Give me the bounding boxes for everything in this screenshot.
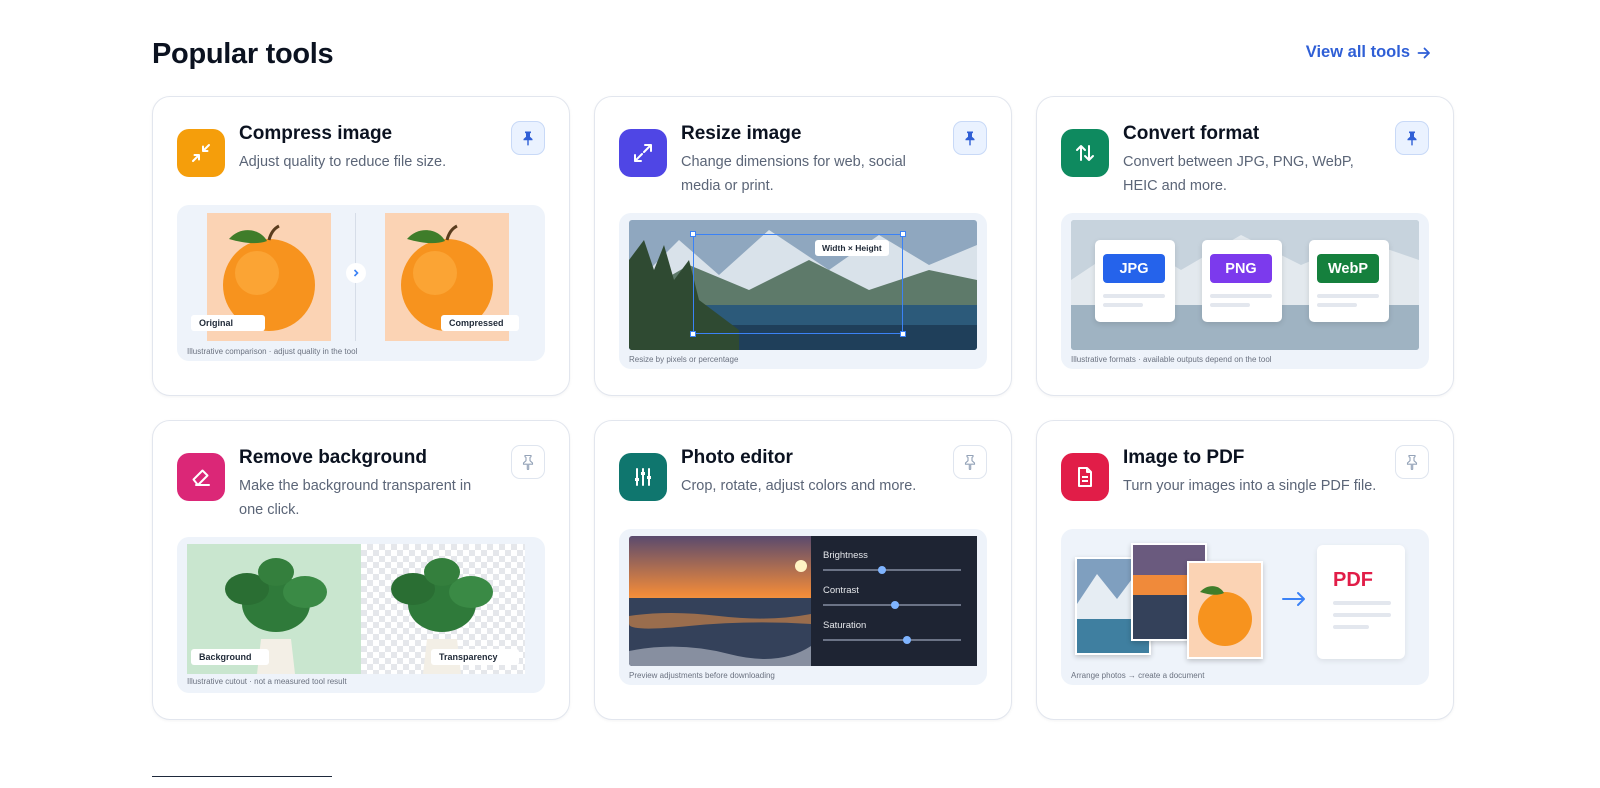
pdf-preview: PDF Arrange photos → create a document (1061, 529, 1429, 685)
preview-caption: Illustrative comparison · adjust quality… (187, 347, 358, 356)
tool-card-convert-format[interactable]: Convert format Convert between JPG, PNG,… (1036, 96, 1454, 396)
pin-icon (1407, 131, 1417, 146)
pin-button[interactable] (511, 121, 545, 155)
tool-title: Resize image (681, 123, 802, 144)
transparency-label: Transparency (431, 649, 519, 665)
format-badge: WebP (1317, 254, 1379, 283)
pin-outline-icon (522, 454, 534, 470)
preview-caption: Illustrative formats · available outputs… (1071, 355, 1272, 364)
editor-preview: Brightness Contrast Saturation Preview a… (619, 529, 987, 685)
pin-button[interactable] (1395, 121, 1429, 155)
tool-description: Change dimensions for web, social media … (681, 154, 906, 194)
tool-title: Photo editor (681, 447, 793, 468)
remove-bg-preview: Background Transparency Illustrative cut… (177, 537, 545, 693)
saturation-label: Saturation (823, 620, 867, 631)
sliders-icon (619, 453, 667, 501)
preview-caption: Preview adjustments before downloading (629, 671, 775, 680)
sunset-photo (629, 536, 831, 666)
pdf-document: PDF (1317, 545, 1405, 659)
adjustments-panel: Brightness Contrast Saturation (811, 536, 977, 666)
tool-description: Crop, rotate, adjust colors and more. (681, 478, 917, 494)
tool-card-remove-background[interactable]: Remove background Make the background tr… (152, 420, 570, 720)
pin-icon (965, 131, 975, 146)
tool-description: Turn your images into a single PDF file. (1123, 478, 1377, 494)
tool-title: Remove background (239, 447, 427, 468)
brightness-slider[interactable] (823, 566, 961, 574)
pin-outline-icon (1406, 454, 1418, 470)
tool-card-image-to-pdf[interactable]: Image to PDF Turn your images into a sin… (1036, 420, 1454, 720)
convert-preview: JPG PNG WebP Illustrative formats · avai… (1061, 213, 1429, 369)
pin-icon (523, 131, 533, 146)
view-all-tools-link[interactable]: View all tools (1306, 43, 1432, 62)
pdf-label: PDF (1333, 569, 1373, 591)
tool-description: Make the background transparent in one c… (239, 478, 472, 518)
saturation-slider[interactable] (823, 636, 961, 644)
lake-photo: Width × Height (629, 220, 977, 350)
pin-outline-icon (964, 454, 976, 470)
arrow-right-icon (1417, 47, 1430, 58)
resize-preview: Width × Height Resize by pixels or perce… (619, 213, 987, 369)
compress-arrows-icon (177, 129, 225, 177)
expand-arrows-icon (619, 129, 667, 177)
tool-card-compress-image[interactable]: Compress image Adjust quality to reduce … (152, 96, 570, 396)
format-badge: JPG (1103, 254, 1165, 283)
dimension-label: Width × Height (815, 240, 889, 256)
swap-arrows-icon (1061, 129, 1109, 177)
tool-description: Adjust quality to reduce file size. (239, 154, 447, 170)
format-badge: PNG (1210, 254, 1272, 283)
tool-card-photo-editor[interactable]: Photo editor Crop, rotate, adjust colors… (594, 420, 1012, 720)
pin-button[interactable] (953, 121, 987, 155)
format-card: JPG (1095, 240, 1175, 322)
pin-button[interactable] (511, 445, 545, 479)
slider-knob[interactable] (903, 636, 912, 644)
document-icon (1061, 453, 1109, 501)
pin-button[interactable] (953, 445, 987, 479)
slider-knob[interactable] (878, 566, 887, 574)
slider-knob[interactable] (890, 601, 899, 609)
format-card: WebP (1309, 240, 1389, 322)
compress-preview: Original Compressed Illustrative compari… (177, 205, 545, 361)
format-card: PNG (1202, 240, 1282, 322)
brightness-label: Brightness (823, 550, 868, 561)
tool-title: Image to PDF (1123, 447, 1245, 468)
contrast-label: Contrast (823, 585, 859, 596)
next-section-title-clipped (152, 770, 332, 788)
preview-caption: Resize by pixels or percentage (629, 355, 739, 364)
view-all-label: View all tools (1305, 43, 1410, 61)
preview-caption: Illustrative cutout · not a measured too… (187, 677, 347, 686)
tool-title: Convert format (1123, 123, 1260, 144)
section-title: Popular tools (152, 38, 334, 70)
background-label: Background (191, 649, 269, 665)
orange-thumbnail (1187, 561, 1263, 659)
compressed-label: Compressed (441, 315, 519, 331)
arrow-right-icon (1281, 591, 1307, 612)
tool-description: Convert between JPG, PNG, WebP, HEIC and… (1123, 154, 1354, 194)
eraser-icon (177, 453, 225, 501)
tool-title: Compress image (239, 123, 393, 144)
contrast-slider[interactable] (823, 601, 961, 609)
tool-card-resize-image[interactable]: Resize image Change dimensions for web, … (594, 96, 1012, 396)
preview-caption: Arrange photos → create a document (1071, 671, 1205, 680)
original-label: Original (191, 315, 265, 331)
chevron-right-icon (346, 263, 366, 283)
pin-button[interactable] (1395, 445, 1429, 479)
